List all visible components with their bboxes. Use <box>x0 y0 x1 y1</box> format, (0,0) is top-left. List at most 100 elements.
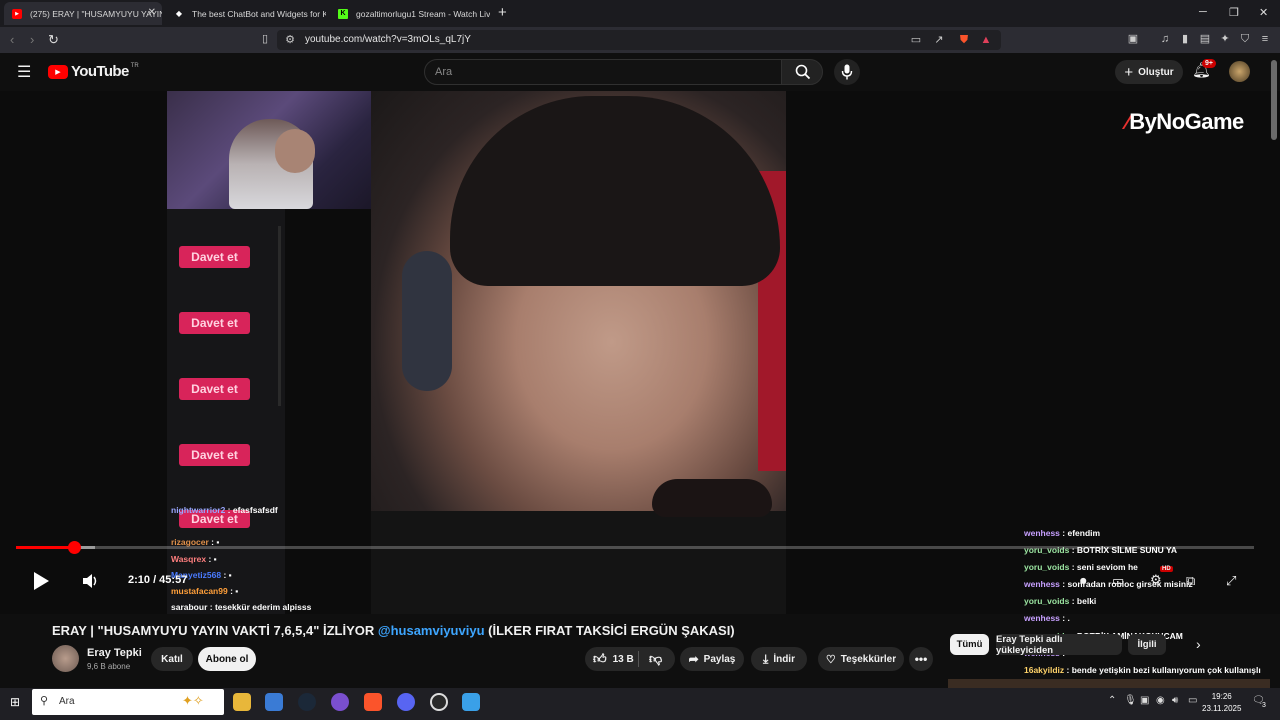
brave-browser-icon[interactable] <box>364 693 382 711</box>
chip-related[interactable]: İlgili <box>1128 634 1166 655</box>
chevron-right-icon[interactable]: › <box>1196 636 1201 652</box>
chip-all[interactable]: Tümü <box>950 634 989 655</box>
youtube-favicon-icon: ▶ <box>12 8 22 19</box>
tray-overflow-icon[interactable]: ⌃ <box>1108 695 1116 706</box>
fullscreen-icon[interactable]: ⤢ <box>1226 573 1236 589</box>
tab-title: gozaltimorlugu1 Stream - Watch Liv <box>356 8 490 19</box>
youtube-logo[interactable]: ▶ YouTube TR <box>48 63 139 80</box>
brave-rewards-icon[interactable]: ▲ <box>979 33 993 47</box>
close-icon[interactable]: ✕ <box>148 7 156 18</box>
speaker-tray-icon[interactable]: 🔊︎ <box>1172 695 1178 706</box>
steam-icon[interactable] <box>298 693 316 711</box>
wallet-icon[interactable]: ▤ <box>1198 32 1212 46</box>
subscribe-button[interactable]: Abone ol <box>198 647 256 671</box>
share-button[interactable]: ➦ Paylaş <box>680 647 744 671</box>
reload-icon[interactable]: ↻ <box>48 32 59 48</box>
recommended-thumbnails-strip[interactable] <box>948 679 1270 688</box>
tab-chatbot[interactable]: ◆ The best ChatBot and Widgets for Ki <box>166 2 326 25</box>
clock-time: 19:26 <box>1211 692 1232 701</box>
minimize-icon[interactable]: ─ <box>1199 6 1207 18</box>
autoplay-icon[interactable]: ⏺ <box>1080 573 1087 589</box>
taskbar-search-input[interactable]: ⚲ Ara ✦✧ <box>32 689 224 715</box>
chip-label: Tümü <box>956 639 983 650</box>
join-button[interactable]: Katıl <box>151 647 193 671</box>
forward-icon[interactable]: › <box>30 32 34 47</box>
like-button[interactable]: 👍︎ 13 B <box>593 651 634 667</box>
gpu-tray-icon[interactable]: ▣ <box>1140 695 1149 706</box>
leo-ai-icon[interactable]: ✦ <box>1218 32 1232 46</box>
new-tab-icon[interactable]: + <box>498 4 507 21</box>
back-icon[interactable]: ‹ <box>10 32 14 47</box>
network-app-icon[interactable] <box>462 693 480 711</box>
page-scrollbar[interactable] <box>1271 60 1277 140</box>
obs-icon[interactable] <box>430 693 448 711</box>
more-actions-button[interactable]: ••• <box>909 647 933 671</box>
overlay-chat-line: wenhess : efendim <box>1024 528 1101 538</box>
tab-youtube[interactable]: ▶ (275) ERAY | "HUSAMYUYU YAYIN ✕ <box>4 2 162 25</box>
menu-icon[interactable]: ≡ <box>1258 32 1272 46</box>
title-mention-link[interactable]: @husamviyuviyu <box>378 623 485 638</box>
avatar[interactable] <box>1229 61 1250 82</box>
network-tray-icon[interactable]: ▭ <box>1188 695 1197 706</box>
browser-tab-strip: ▶ (275) ERAY | "HUSAMYUYU YAYIN ✕ ◆ The … <box>0 0 1280 27</box>
tab-title: The best ChatBot and Widgets for Ki <box>192 8 326 19</box>
system-clock[interactable]: 19:26 23.11.2025 <box>1202 691 1241 715</box>
bookmark-icon[interactable]: ▯ <box>258 32 272 46</box>
hd-badge: HD <box>1160 566 1173 572</box>
subscriber-count: 9,6 B abone <box>87 662 131 671</box>
screenshot-icon[interactable]: ▣ <box>1126 32 1140 46</box>
steam-tray-icon[interactable]: ◉ <box>1156 695 1165 706</box>
store-icon[interactable] <box>265 693 283 711</box>
chat-app-icon[interactable] <box>331 693 349 711</box>
join-label: Katıl <box>161 653 183 665</box>
search-button[interactable] <box>781 59 823 85</box>
microphone-tray-icon[interactable]: 🎙︎ <box>1124 695 1137 706</box>
channel-avatar[interactable] <box>52 645 79 672</box>
webcam-overlay <box>167 91 379 209</box>
cast-icon[interactable]: ▭ <box>909 33 923 47</box>
chip-uploader[interactable]: Eray Tepki adlı yükleyiciden <box>996 634 1122 656</box>
sponsor-text: ⁄ByNoGame <box>1126 109 1244 134</box>
share-icon[interactable]: ↗ <box>932 33 946 47</box>
windows-taskbar: ⊞ ⚲ Ara ✦✧ ⌃ 🎙︎ ▣ ◉ 🔊︎ ▭ 19:26 23.11.202… <box>0 688 1280 720</box>
media-icon[interactable]: ♫ <box>1158 32 1172 46</box>
search-icon: ⚲ <box>40 695 49 707</box>
sidebar-icon[interactable]: ▮ <box>1178 32 1192 46</box>
settings-gear-icon[interactable]: ⚙ <box>1150 572 1162 588</box>
thanks-button[interactable]: ♡ Teşekkürler <box>818 647 904 671</box>
address-bar-row: ‹ › ↻ ▯ ⚙ youtube.com/watch?v=3mOLs_qL7j… <box>0 27 1280 53</box>
download-button[interactable]: ⤓ İndir <box>751 647 807 671</box>
hamburger-menu-icon[interactable]: ☰ <box>17 62 31 82</box>
site-info-icon[interactable]: ⚙ <box>283 33 297 47</box>
window-close-icon[interactable]: ✕ <box>1259 6 1268 19</box>
tab-kick-stream[interactable]: K gozaltimorlugu1 Stream - Watch Liv <box>330 2 490 25</box>
progress-track[interactable] <box>16 546 1254 549</box>
dislike-button[interactable]: 👎︎ <box>649 651 662 667</box>
windows-start-icon[interactable]: ⊞ <box>10 695 20 709</box>
create-button[interactable]: + Oluştur <box>1115 60 1183 84</box>
video-frame-mustache <box>652 479 772 517</box>
voice-search-button[interactable] <box>834 59 860 85</box>
file-explorer-icon[interactable] <box>233 693 251 711</box>
overlay-chat-line: yoru_voids : seni seviom he <box>1024 562 1138 572</box>
brave-shields-icon[interactable]: ⛊ <box>957 33 971 47</box>
url-field[interactable]: ⚙ youtube.com/watch?v=3mOLs_qL7jY ▭ ↗ ⛊ … <box>277 30 1001 50</box>
miniplayer-icon[interactable]: ⧉ <box>1186 573 1195 589</box>
play-icon <box>34 572 49 590</box>
notifications-button[interactable]: 🔔︎ 9+ <box>1192 59 1216 81</box>
microphone-icon <box>841 64 853 80</box>
subtitles-icon[interactable]: ▭ <box>1112 573 1124 589</box>
channel-name[interactable]: Eray Tepki <box>87 647 142 659</box>
play-button[interactable] <box>31 571 51 596</box>
discord-icon[interactable] <box>397 693 415 711</box>
volume-button[interactable] <box>82 573 99 594</box>
video-title-main: ERAY | "HUSAMYUYU YAYIN VAKTİ 7,6,5,4" İ… <box>52 623 378 638</box>
overlay-chat-line: sarabour : tesekkür ederim alpisss <box>171 602 312 612</box>
video-frame-headset <box>402 251 452 391</box>
overlay-chat-line: wenhess : sonradan robloc girsek misiniz <box>1024 579 1193 589</box>
restore-icon[interactable]: ❐ <box>1229 6 1239 19</box>
search-input[interactable]: Ara <box>424 59 782 85</box>
overlay-chat-line: nightwarrior2 : efasfsafsdf <box>171 505 278 515</box>
vpn-icon[interactable]: ⛉ <box>1238 32 1252 46</box>
thumbs-up-icon: 👍︎ <box>593 651 607 666</box>
